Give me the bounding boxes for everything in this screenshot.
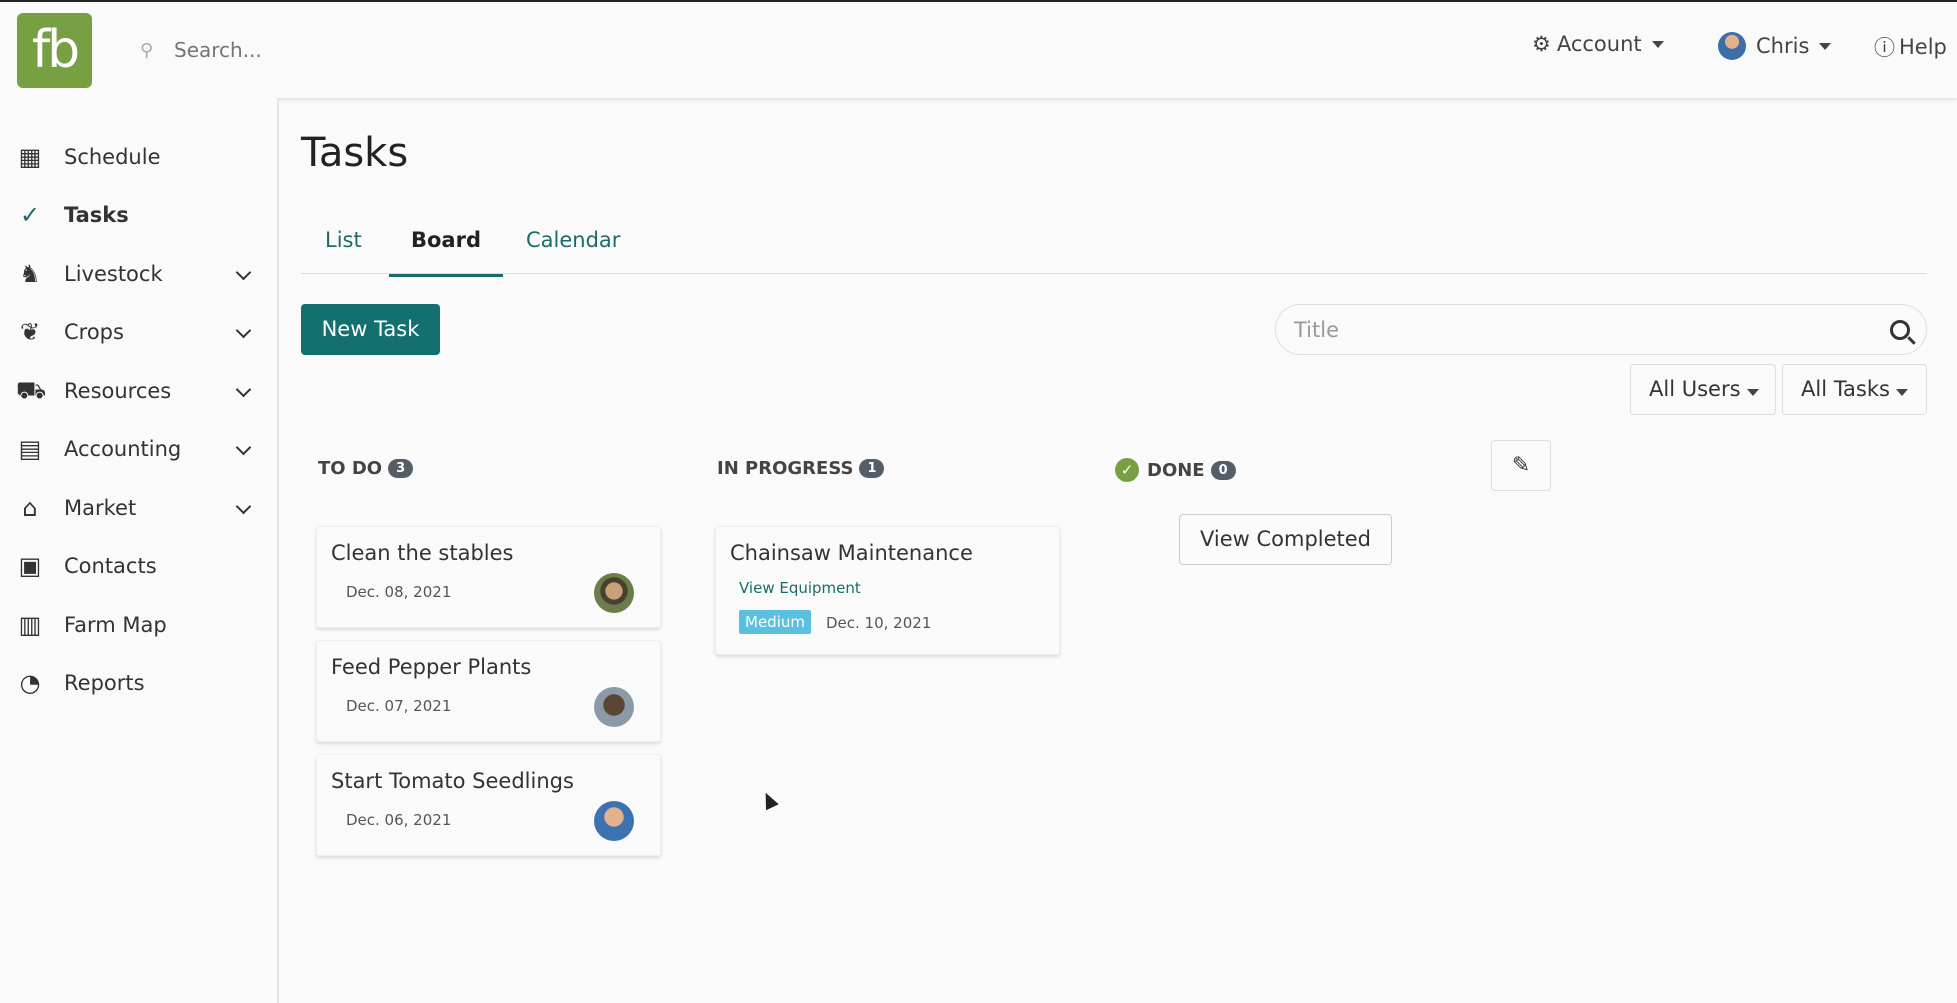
search-icon: ⚲: [140, 39, 154, 61]
top-navbar: fb ⚲ ⚙ Account Chris ⓘ Help: [0, 0, 1957, 98]
map-icon: ▥: [18, 611, 42, 639]
account-menu-label: Account: [1556, 32, 1642, 56]
task-card[interactable]: Chainsaw Maintenance View Equipment Medi…: [715, 526, 1060, 655]
assignee-avatar: [594, 573, 634, 613]
tab-calendar[interactable]: Calendar: [526, 228, 620, 274]
global-search[interactable]: ⚲: [140, 32, 640, 68]
chevron-down-icon: [235, 264, 252, 281]
tab-board[interactable]: Board: [389, 228, 503, 277]
view-tabs: List Board Calendar: [301, 206, 1927, 277]
title-search-placeholder: Title: [1294, 317, 1340, 342]
sidebar-item-label: Market: [64, 496, 137, 520]
pie-chart-icon: ◔: [19, 669, 41, 697]
sidebar-item-label: Schedule: [64, 145, 161, 169]
assignee-avatar: [594, 687, 634, 727]
search-icon[interactable]: [1890, 319, 1910, 340]
sidebar: ▦ Schedule ✓ Tasks ♞ Livestock ❦ Crops ⛟…: [0, 98, 279, 1003]
chevron-down-icon: [235, 498, 252, 515]
task-title: Feed Pepper Plants: [331, 655, 532, 679]
calendar-icon: ▦: [18, 143, 42, 171]
pencil-icon: ✎: [1511, 453, 1531, 478]
check-circle-icon: ✓: [1115, 458, 1139, 482]
page-title: Tasks: [301, 130, 409, 176]
sidebar-item-label: Crops: [64, 320, 124, 344]
task-date: Dec. 10, 2021: [826, 614, 932, 632]
column-title: IN PROGRESS: [717, 458, 854, 479]
view-completed-button[interactable]: View Completed: [1179, 514, 1392, 565]
column-header-in-progress: IN PROGRESS 1: [717, 458, 885, 479]
user-menu[interactable]: Chris: [1718, 32, 1832, 60]
caret-down-icon: [1895, 389, 1908, 396]
horse-icon: ♞: [19, 260, 41, 288]
count-badge: 1: [859, 459, 885, 478]
user-menu-label: Chris: [1756, 34, 1810, 58]
edit-columns-button[interactable]: ✎: [1491, 440, 1551, 491]
task-title: Chainsaw Maintenance: [730, 541, 973, 565]
sidebar-item-label: Farm Map: [64, 613, 167, 637]
all-users-dropdown[interactable]: All Users: [1630, 364, 1776, 415]
task-date: Dec. 08, 2021: [346, 583, 452, 601]
help-label: Help: [1899, 35, 1947, 59]
sidebar-item-contacts[interactable]: ▣ Contacts: [0, 541, 279, 591]
all-tasks-dropdown[interactable]: All Tasks: [1782, 364, 1927, 415]
column-header-todo: TO DO 3: [318, 458, 414, 479]
all-users-label: All Users: [1649, 377, 1741, 401]
task-card[interactable]: Feed Pepper Plants Dec. 07, 2021: [316, 640, 661, 742]
sidebar-item-market[interactable]: ⌂ Market: [0, 483, 279, 533]
store-icon: ⌂: [22, 494, 38, 522]
priority-badge: Medium: [739, 610, 811, 634]
sidebar-item-accounting[interactable]: ▤ Accounting: [0, 424, 279, 474]
title-search-field[interactable]: Title: [1275, 304, 1927, 355]
contact-book-icon: ▣: [18, 552, 42, 580]
new-task-button[interactable]: New Task: [301, 304, 440, 355]
task-date: Dec. 07, 2021: [346, 697, 452, 715]
sidebar-item-tasks[interactable]: ✓ Tasks: [0, 190, 279, 240]
task-title: Start Tomato Seedlings: [331, 769, 574, 793]
caret-down-icon: [1819, 42, 1832, 50]
user-avatar: [1718, 32, 1746, 60]
sidebar-item-label: Reports: [64, 671, 145, 695]
task-title: Clean the stables: [331, 541, 514, 565]
sidebar-item-reports[interactable]: ◔ Reports: [0, 658, 279, 708]
tab-list[interactable]: List: [325, 228, 362, 274]
caret-down-icon: [1651, 40, 1664, 48]
chevron-down-icon: [235, 439, 252, 456]
calculator-icon: ▤: [18, 435, 42, 463]
assignee-avatar: [594, 801, 634, 841]
sidebar-item-schedule[interactable]: ▦ Schedule: [0, 132, 279, 182]
view-equipment-link[interactable]: View Equipment: [739, 579, 861, 597]
sidebar-item-label: Accounting: [64, 437, 182, 461]
help-link[interactable]: ⓘ Help: [1874, 32, 1947, 62]
sidebar-item-resources[interactable]: ⛟ Resources: [0, 366, 279, 416]
main-content: Tasks List Board Calendar New Task Title…: [281, 106, 1957, 1003]
column-title: DONE: [1147, 459, 1205, 481]
check-circle-icon: ✓: [19, 201, 41, 229]
chevron-down-icon: [235, 381, 252, 398]
count-badge: 0: [1210, 460, 1236, 480]
app-logo[interactable]: fb: [17, 13, 92, 88]
task-card[interactable]: Start Tomato Seedlings Dec. 06, 2021: [316, 754, 661, 856]
count-badge: 3: [388, 459, 414, 478]
sidebar-item-crops[interactable]: ❦ Crops: [0, 307, 279, 357]
sidebar-item-label: Contacts: [64, 554, 157, 578]
tractor-icon: ⛟: [16, 375, 47, 404]
column-title: TO DO: [318, 458, 383, 479]
column-header-done: ✓ DONE 0: [1115, 458, 1236, 482]
sidebar-item-farm-map[interactable]: ▥ Farm Map: [0, 600, 279, 650]
sidebar-item-livestock[interactable]: ♞ Livestock: [0, 249, 279, 299]
sidebar-item-label: Resources: [64, 379, 172, 403]
sidebar-item-label: Tasks: [64, 203, 129, 227]
account-menu[interactable]: ⚙ Account: [1532, 32, 1664, 56]
chevron-down-icon: [235, 322, 252, 339]
all-tasks-label: All Tasks: [1801, 377, 1890, 401]
task-date: Dec. 06, 2021: [346, 811, 452, 829]
sidebar-item-label: Livestock: [64, 262, 163, 286]
caret-down-icon: [1746, 389, 1759, 396]
task-card[interactable]: Clean the stables Dec. 08, 2021: [316, 526, 661, 628]
global-search-input[interactable]: [174, 38, 574, 62]
question-circle-icon: ⓘ: [1874, 36, 1895, 60]
seedling-icon: ❦: [19, 318, 41, 346]
gear-icon: ⚙: [1532, 32, 1551, 56]
